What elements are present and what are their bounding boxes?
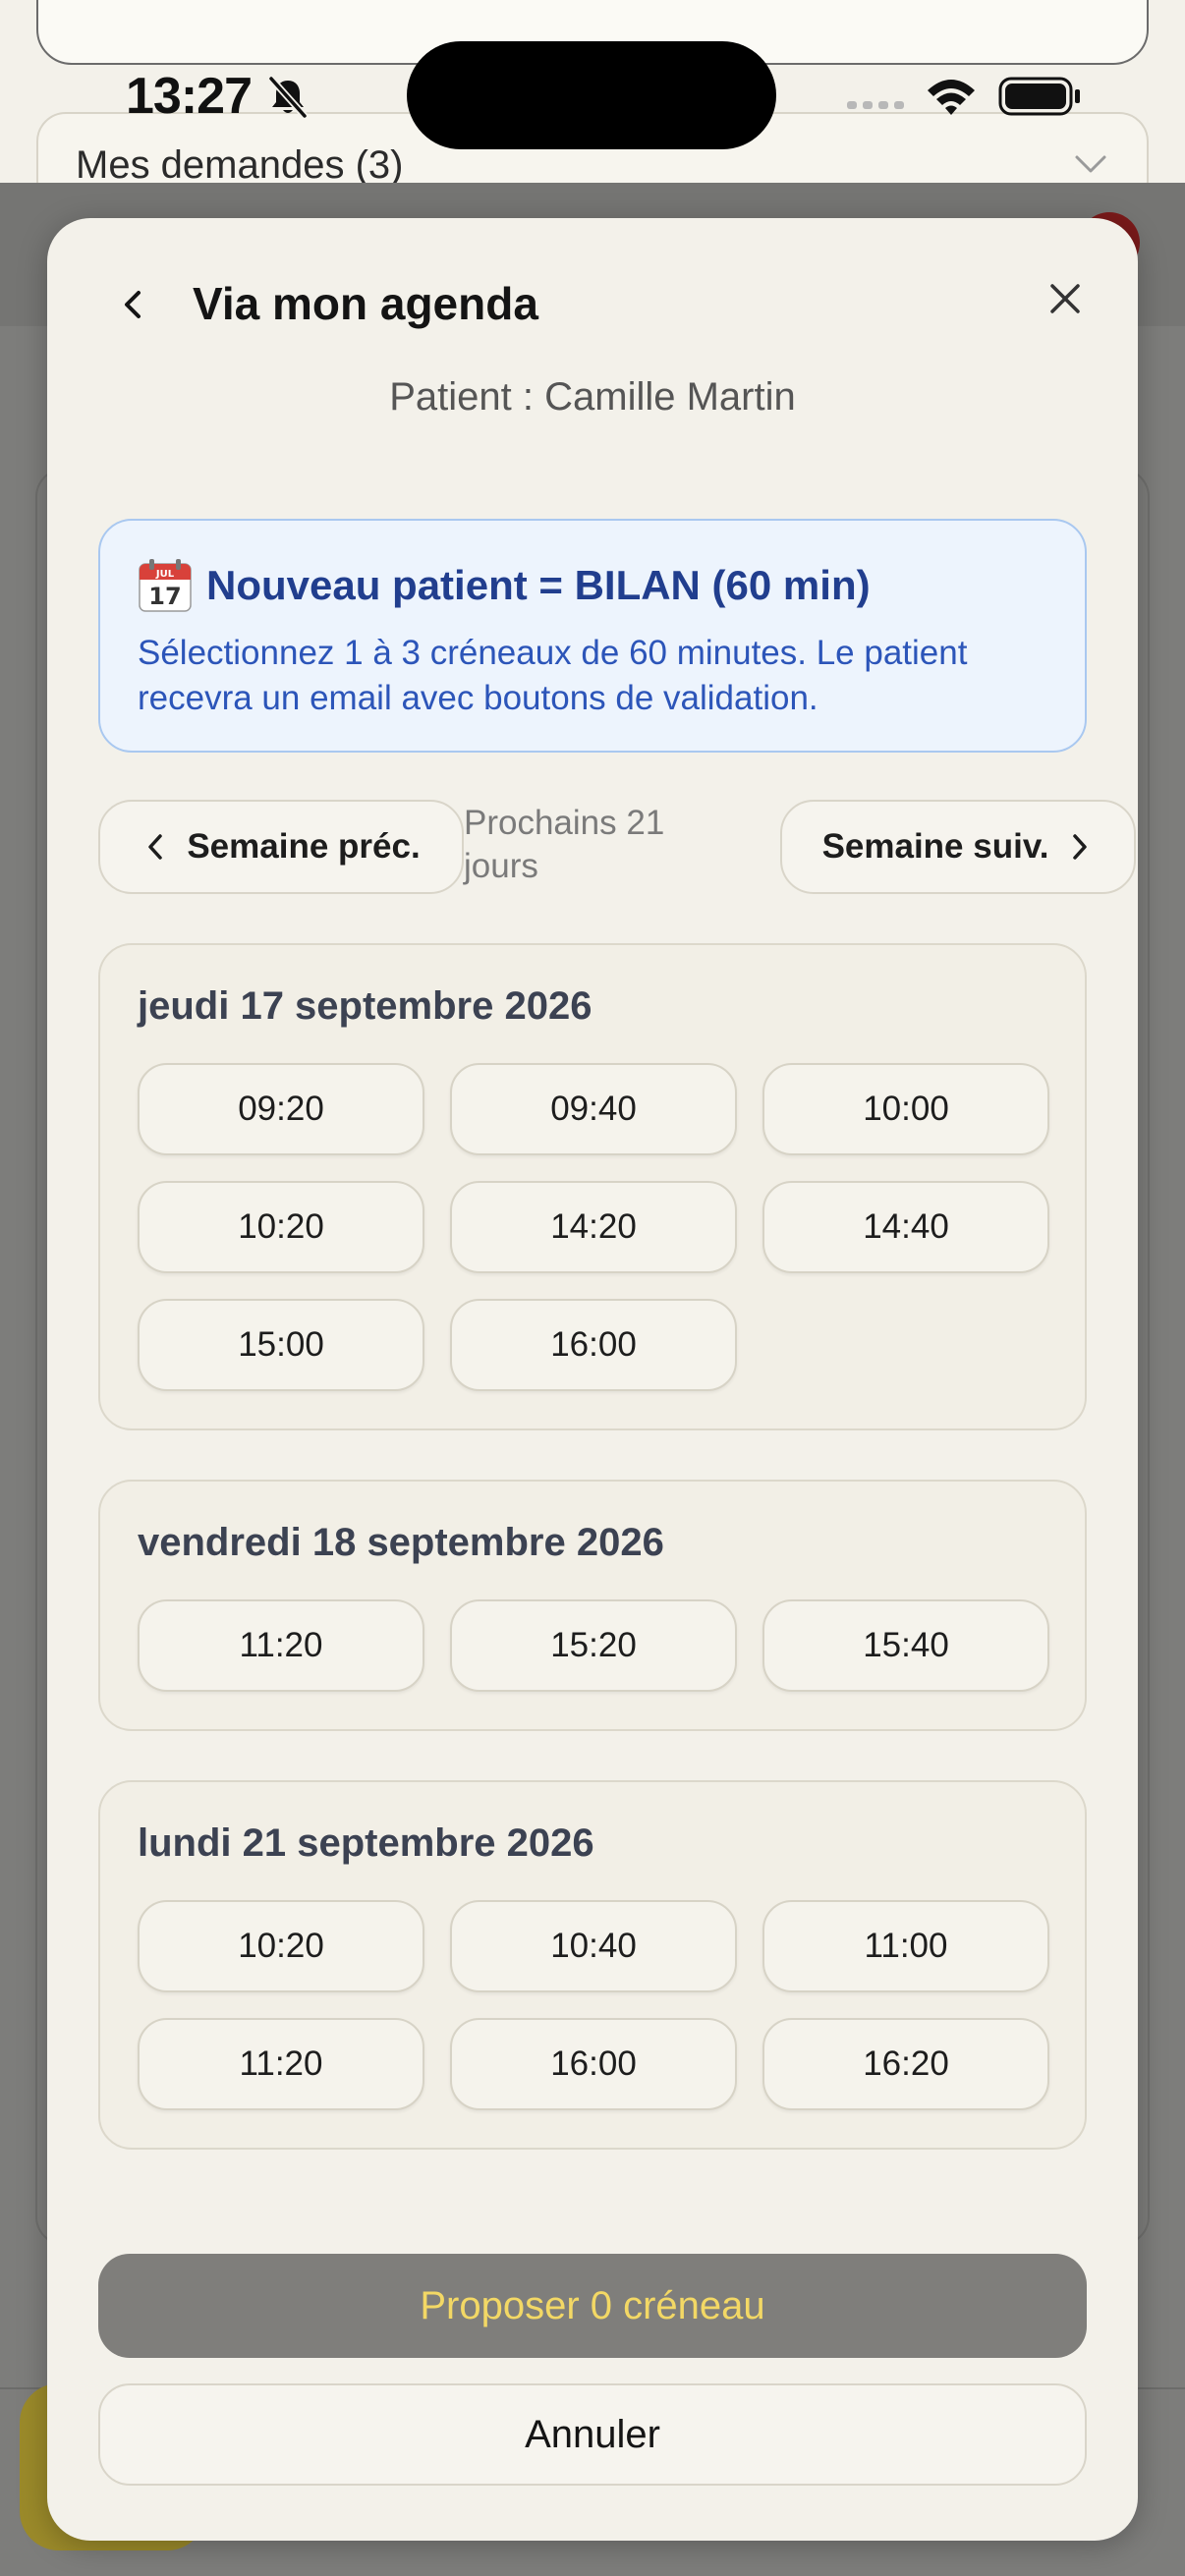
day-title: vendredi 18 septembre 2026 bbox=[138, 1521, 664, 1564]
chevron-left-icon bbox=[148, 834, 163, 860]
time-slot[interactable]: 15:00 bbox=[138, 1299, 424, 1391]
day-card: jeudi 17 septembre 2026 09:20 09:40 10:0… bbox=[98, 943, 1087, 1430]
next-week-label: Semaine suiv. bbox=[821, 827, 1049, 866]
calendar-icon: JUL 17 bbox=[139, 559, 192, 612]
next-week-button[interactable]: Semaine suiv. bbox=[780, 800, 1136, 894]
cancel-button[interactable]: Annuler bbox=[98, 2383, 1087, 2486]
time-slot[interactable]: 10:40 bbox=[450, 1900, 737, 1992]
day-card: vendredi 18 septembre 2026 11:20 15:20 1… bbox=[98, 1480, 1087, 1731]
time-slot[interactable]: 16:00 bbox=[450, 2018, 737, 2110]
time-slot[interactable]: 10:20 bbox=[138, 1181, 424, 1273]
patient-name: Patient : Camille Martin bbox=[389, 375, 796, 419]
close-button[interactable] bbox=[1038, 271, 1093, 326]
time-slot[interactable]: 11:00 bbox=[762, 1900, 1049, 1992]
previous-week-button[interactable]: Semaine préc. bbox=[98, 800, 464, 894]
day-card: lundi 21 septembre 2026 10:20 10:40 11:0… bbox=[98, 1780, 1087, 2150]
time-slot[interactable]: 09:20 bbox=[138, 1063, 424, 1155]
time-slot[interactable]: 10:00 bbox=[762, 1063, 1049, 1155]
modal-title: Via mon agenda bbox=[193, 278, 538, 329]
day-title: lundi 21 septembre 2026 bbox=[138, 1821, 594, 1865]
info-title-text: Nouveau patient = BILAN (60 min) bbox=[206, 562, 871, 608]
chevron-down-icon bbox=[1075, 155, 1106, 173]
time-slot[interactable]: 16:20 bbox=[762, 2018, 1049, 2110]
screen: Mes demandes (3) 13:27 Via mon agenda Pa… bbox=[0, 0, 1185, 2576]
agenda-modal: Via mon agenda Patient : Camille Martin … bbox=[47, 218, 1138, 2541]
propose-slots-button[interactable]: Proposer 0 créneau bbox=[98, 2254, 1087, 2358]
info-box: JUL 17 Nouveau patient = BILAN (60 min) … bbox=[98, 519, 1087, 753]
time-slot[interactable]: 15:40 bbox=[762, 1599, 1049, 1692]
my-requests-label: Mes demandes (3) bbox=[76, 143, 404, 187]
info-title: JUL 17 Nouveau patient = BILAN (60 min) bbox=[138, 558, 871, 613]
week-navigation: Semaine préc. Prochains 21 jours Semaine… bbox=[98, 800, 1136, 898]
calendar-month: JUL bbox=[155, 569, 175, 580]
time-slot[interactable]: 14:40 bbox=[762, 1181, 1049, 1273]
previous-week-label: Semaine préc. bbox=[187, 827, 421, 866]
battery-icon bbox=[998, 77, 1080, 116]
info-text: Sélectionnez 1 à 3 créneaux de 60 minute… bbox=[138, 634, 968, 717]
status-bar: 13:27 bbox=[0, 41, 1185, 149]
day-title: jeudi 17 septembre 2026 bbox=[138, 984, 592, 1028]
wifi-icon bbox=[928, 80, 975, 115]
time-slot[interactable]: 11:20 bbox=[138, 1599, 424, 1692]
time-slot[interactable]: 11:20 bbox=[138, 2018, 424, 2110]
dynamic-island bbox=[407, 41, 776, 149]
time-slot[interactable]: 16:00 bbox=[450, 1299, 737, 1391]
status-time: 13:27 bbox=[126, 68, 253, 125]
calendar-day: 17 bbox=[148, 583, 181, 610]
date-range-label: Prochains 21 jours bbox=[464, 804, 665, 885]
signal-icon bbox=[847, 101, 904, 109]
time-slot[interactable]: 09:40 bbox=[450, 1063, 737, 1155]
chevron-right-icon bbox=[1073, 834, 1088, 860]
time-slot[interactable]: 10:20 bbox=[138, 1900, 424, 1992]
modal-header: Via mon agenda Patient : Camille Martin bbox=[47, 218, 1138, 419]
chevron-left-icon bbox=[125, 291, 141, 318]
time-slot[interactable]: 14:20 bbox=[450, 1181, 737, 1273]
time-slot[interactable]: 15:20 bbox=[450, 1599, 737, 1692]
back-button[interactable] bbox=[106, 277, 161, 332]
bell-slash-icon bbox=[268, 76, 308, 119]
close-icon bbox=[1050, 284, 1080, 313]
